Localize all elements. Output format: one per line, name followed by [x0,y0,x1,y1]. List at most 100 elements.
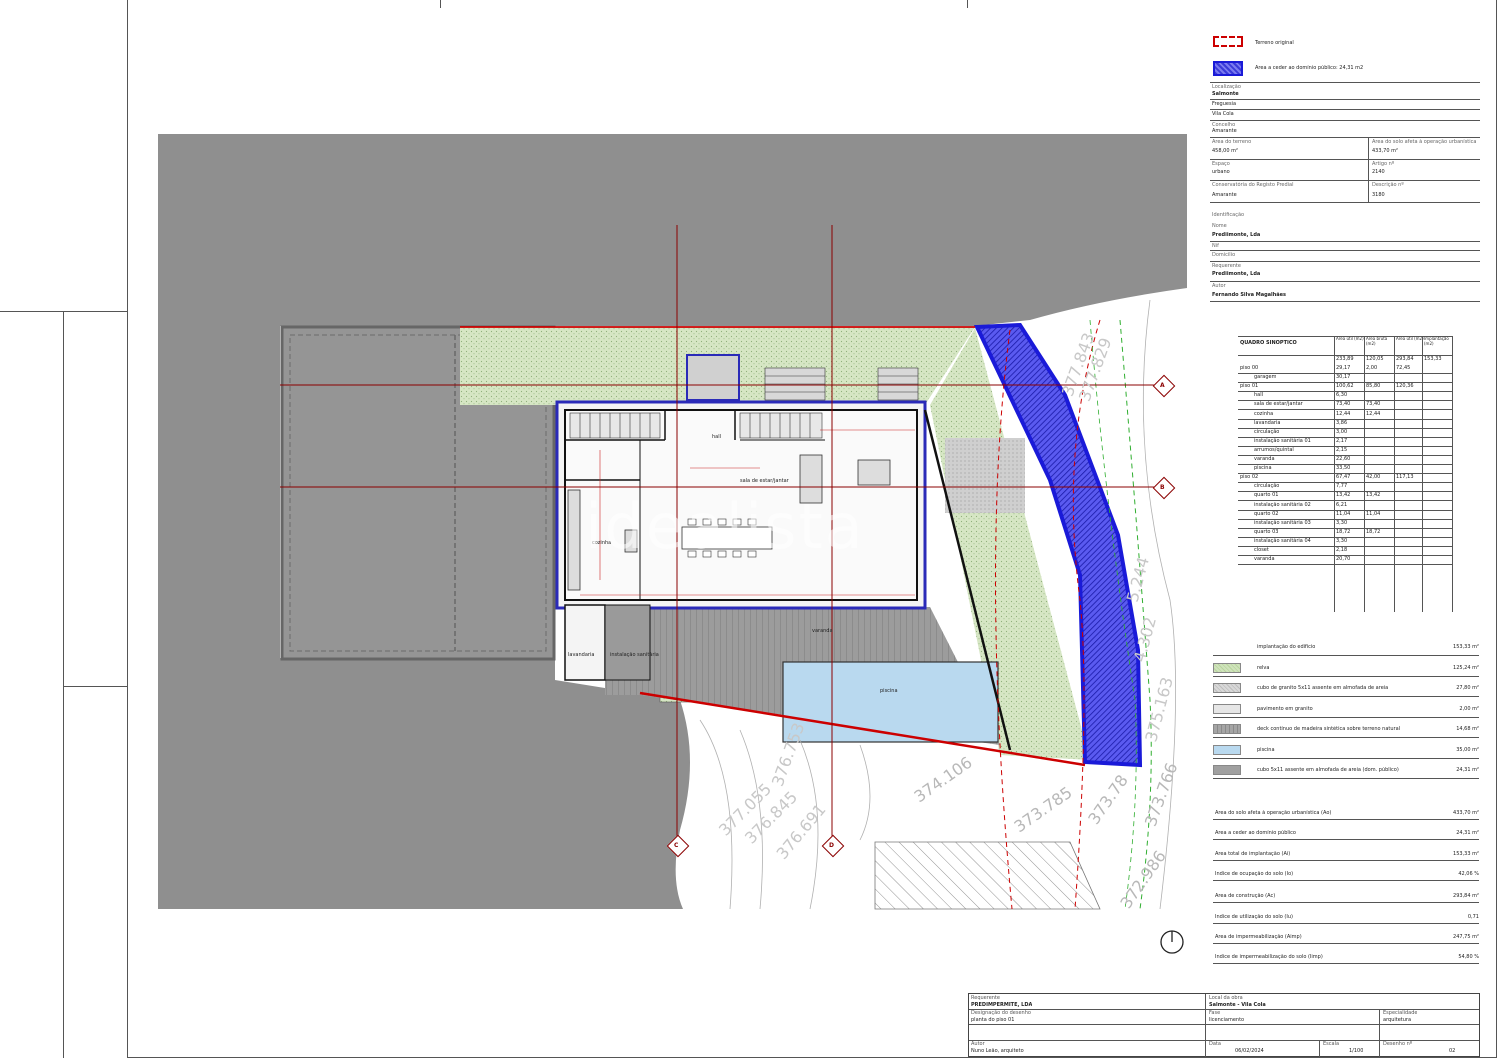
index-value: 293,84 m² [1453,893,1479,900]
quadro-cell: 2,00 [1366,365,1378,371]
owner-value: Fernando Silva Magalhães [1212,292,1287,298]
quadro-row-label: quarto 03 [1254,528,1279,535]
material-value: 2,00 m² [1459,705,1479,712]
tb-designacao: planta do piso 01 [971,1017,1015,1023]
label-piscina: piscina [880,688,898,694]
quadro-cell: 12,44 [1336,410,1351,417]
quadro-row-label: piso 02 [1240,474,1259,481]
info-value: Amarante [1212,128,1237,134]
material-divider [1213,757,1479,759]
quadro-cell: 18,72 [1336,528,1351,535]
material-swatch-darkgrey [1213,765,1241,775]
quadro-row-label: quarto 01 [1254,492,1279,499]
owner-key: Domicílio [1212,252,1236,258]
quadro-cell: 85,80 [1366,383,1381,390]
quadro-row-label: arrumos/quintal [1254,446,1294,453]
index-value: 433,70 m² [1453,810,1479,816]
entrance-block [686,354,740,401]
owner-key: Autor [1212,283,1226,289]
index-label: Índice de utilização do solo (Iu) [1215,913,1293,920]
quadro-cell: 6,30 [1336,392,1348,399]
quadro-row-label: instalação sanitária 02 [1254,501,1311,508]
owner-key: Requerente [1212,263,1241,269]
tb-desenho: 02 [1449,1048,1456,1054]
pool [782,661,999,743]
axis-label-b: B [1160,484,1165,491]
quadro-total: 153,33 [1424,356,1442,362]
quadro-header: Implantação (m2) [1424,336,1449,346]
quadro-cell: 18,72 [1366,528,1381,535]
north-arrow-icon [1160,930,1184,954]
quadro-row-label: instalação sanitária 03 [1254,519,1311,526]
tb-escala: 1/100 [1349,1048,1364,1054]
quadro-row-label: quarto 02 [1254,510,1279,517]
material-label: pavimento em granito [1257,705,1313,712]
material-label: deck contínuo de madeira sintética sobre… [1257,726,1401,732]
tb-key-requerente: Requerente [971,995,1000,1001]
info-value: Salmonte [1212,91,1239,97]
tb-key-designacao: Designação do desenho [971,1010,1031,1016]
material-swatch-water [1213,744,1241,755]
index-value: 247,75 m² [1453,933,1479,940]
index-label: Área total de implantação (Ai) [1215,850,1291,857]
info-value: 433,70 m² [1372,148,1398,154]
legend-swatch-terrain [1213,36,1243,47]
material-divider [1213,737,1479,738]
quadro-cell: 3,30 [1336,537,1348,544]
quadro-row-label: circulação [1254,483,1280,490]
owner-key: Nome [1212,223,1227,229]
quadro-row-label: instalação sanitária 01 [1254,437,1311,444]
quadro-header: Área bruta (m2) [1366,336,1388,346]
quadro-row-divider [1238,564,1453,566]
info-value: Freguesia [1212,101,1237,107]
tb-key-fase: Fase [1209,1010,1221,1016]
quadro-cell: 67,47 [1336,474,1351,481]
owner-key: Nif [1212,243,1219,249]
info-key: Localização [1212,84,1241,90]
info-value: 458,00 m² [1212,148,1238,154]
quadro-cell: 100,62 [1336,383,1354,390]
index-divider [1213,879,1479,881]
quadro-total: 120,05 [1366,356,1384,362]
quadro-row-label: instalação sanitária 04 [1254,537,1311,544]
stairs-right [739,412,823,439]
index-label: Índice de impermeabilização do solo (Iim… [1215,954,1323,961]
info-value: 3180 [1372,192,1385,198]
quadro-row-label: circulação [1254,428,1280,435]
index-value: 42,06 % [1458,870,1479,877]
quadro-cell: 12,44 [1366,410,1381,417]
material-divider [1213,716,1479,718]
quadro-row-label: varanda [1254,456,1275,462]
quadro-row-label: piso 01 [1240,383,1259,390]
tb-key-desenho: Desenho nº [1383,1041,1413,1047]
tb-fase: licenciamento [1209,1017,1245,1023]
material-value: 24,31 m² [1456,767,1479,773]
material-value: 125,24 m² [1453,664,1479,671]
material-value: 27,80 m² [1456,685,1479,691]
quadro-cell: 3,00 [1336,428,1348,435]
quadro-cell: 2,15 [1336,446,1348,453]
quadro-cell: 73,40 [1336,401,1351,408]
quadro-row-label: closet [1254,547,1269,553]
neighbour-plot-hatched [874,841,1101,910]
index-divider [1213,942,1479,944]
tb-key-autor: Autor [971,1041,985,1047]
material-value: 153,33 m² [1453,644,1479,650]
quadro-total: 293,84 [1396,356,1414,362]
material-label: implantação do edifício [1257,644,1316,650]
owner-value: Prediimonte, Lda [1212,232,1261,238]
tb-requerente: PREDIMPERMITE, LDA [971,1002,1033,1008]
quadro-cell: 30,17 [1336,374,1351,381]
index-value: 153,33 m² [1453,850,1479,857]
info-value: 2140 [1372,169,1385,175]
info-key: Área do terreno [1212,139,1252,145]
material-label: cubo de granito 5x11 assente em almofada… [1257,685,1389,691]
index-value: 24,31 m² [1456,830,1479,837]
sofa [857,459,891,486]
quadro-row-label: hall [1254,392,1264,399]
legend-label-terrain: Terreno original [1255,40,1294,46]
storage-room [604,604,651,681]
axis-label-a: A [1160,382,1165,389]
tb-key-local: Local da obra [1209,995,1243,1001]
quadro-row-label: piscina [1254,465,1272,472]
